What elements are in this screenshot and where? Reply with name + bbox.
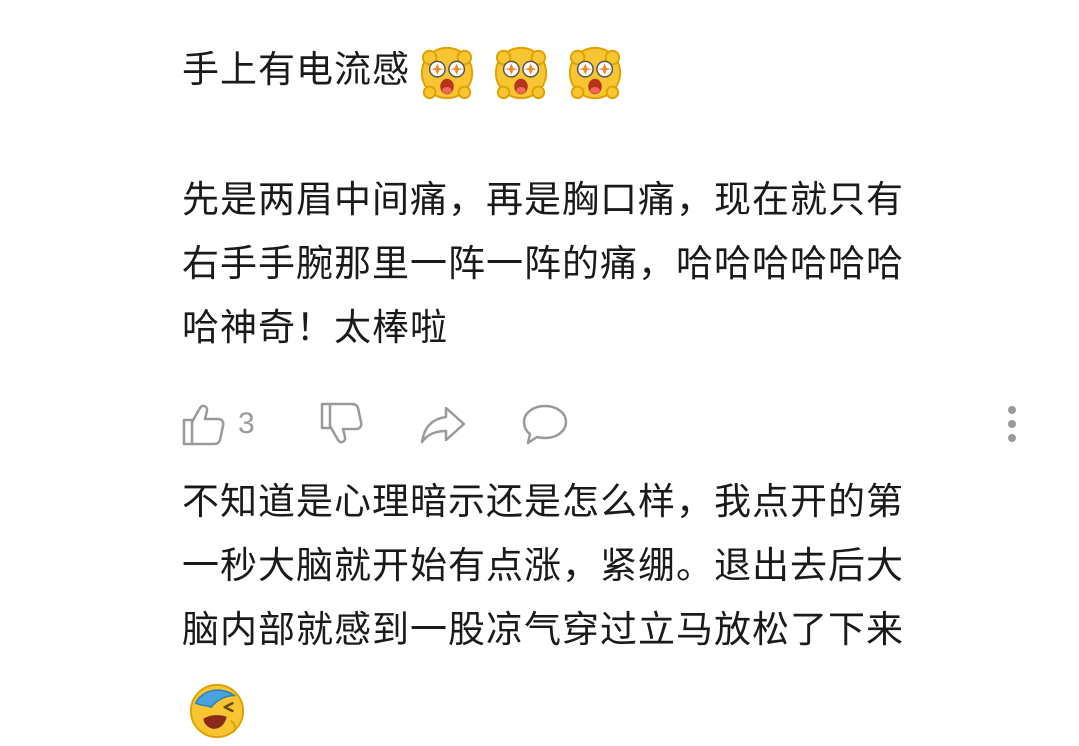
comment-icon — [522, 404, 568, 445]
comment-2: 不知道是心理暗示还是怎么样，我点开的第 一秒大脑就开始有点涨，紧绷。退出去后大 … — [182, 470, 904, 662]
comment-1: 手上有电流感 — [182, 38, 640, 102]
more-icon — [1008, 406, 1016, 442]
starry-eyed-face-icon — [494, 46, 548, 100]
comment-page: 手上有电流感 先是两眉中间痛，再是胸口痛，现在就只有 右手手腕那里一阵一阵的痛，… — [0, 0, 1079, 746]
comment-2-line: 不知道是心理暗示还是怎么样，我点开的第 — [182, 480, 904, 523]
comment-1-text: 手上有电流感 — [182, 48, 410, 91]
reply-line: 右手手腕那里一阵一阵的痛，哈哈哈哈哈哈 — [182, 242, 904, 285]
comment-2-line: 脑内部就感到一股凉气穿过立马放松了下来 — [182, 608, 904, 651]
emoji-row — [418, 40, 640, 104]
thumbs-up-icon — [182, 404, 225, 446]
comment-2-line: 一秒大脑就开始有点涨，紧绷。退出去后大 — [182, 544, 904, 587]
more-options-button[interactable] — [1004, 398, 1020, 450]
reply-text: 先是两眉中间痛，再是胸口痛，现在就只有 右手手腕那里一阵一阵的痛，哈哈哈哈哈哈 … — [182, 168, 904, 360]
share-button[interactable] — [418, 398, 468, 450]
starry-eyed-face-icon — [568, 46, 622, 100]
reply-button[interactable] — [520, 398, 570, 450]
like-button[interactable]: 3 — [180, 398, 255, 450]
thumbs-down-icon — [320, 402, 363, 444]
share-icon — [420, 406, 466, 444]
reply-line: 先是两眉中间痛，再是胸口痛，现在就只有 — [182, 178, 904, 221]
dislike-button[interactable] — [318, 398, 366, 450]
laughing-face-icon — [189, 683, 245, 739]
like-count: 3 — [238, 407, 255, 440]
starry-eyed-face-icon — [420, 46, 474, 100]
comment-action-bar: 3 — [180, 398, 1040, 450]
reply-line: 哈神奇！太棒啦 — [182, 306, 448, 349]
